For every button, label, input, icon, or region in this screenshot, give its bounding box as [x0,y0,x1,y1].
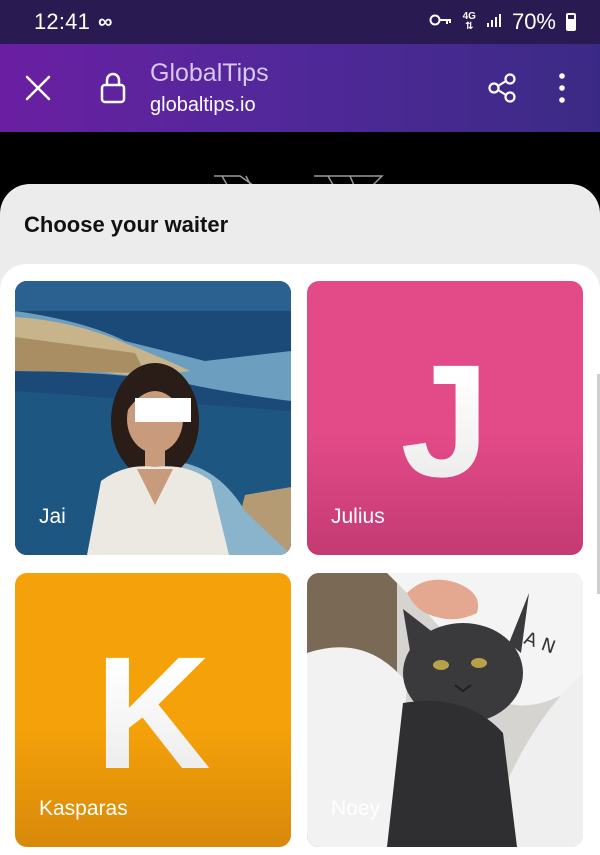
network-type: 4G ⇅ [462,11,476,32]
lock-icon [76,71,150,105]
network-type-label: 4G [462,11,476,22]
waiter-card-julius[interactable]: J Julius [307,281,583,555]
waiter-initial: J [307,341,583,501]
app-header: GlobalTips globaltips.io [0,44,600,132]
more-options-button[interactable] [532,72,592,104]
infinity-icon: ∞ [98,10,113,33]
more-vertical-icon [559,73,565,103]
waiter-card-jai[interactable]: Jai [15,281,291,555]
vpn-key-icon [429,13,453,32]
waiter-name: Kasparas [39,797,128,820]
status-icons: 4G ⇅ 70% [429,9,576,35]
share-button[interactable] [472,72,532,104]
battery-icon [566,13,576,31]
sheet-title: Choose your waiter [24,212,229,237]
waiter-name: Julius [331,505,385,528]
waiter-card-noey[interactable]: A N Noey [307,573,583,847]
waiter-card-kasparas[interactable]: K Kasparas [15,573,291,847]
status-bar: 12:41 ∞ 4G ⇅ 70% [0,0,600,44]
site-url: globaltips.io [150,94,256,116]
waiter-picker-sheet: Choose your waiter Jai J Julius K Kaspar… [0,184,600,855]
waiter-initial: K [15,633,291,793]
close-button[interactable] [0,74,76,102]
site-title: GlobalTips [150,59,269,87]
share-icon [488,73,516,103]
status-time: 12:41 [34,9,91,34]
signal-icon [486,12,502,33]
waiter-name: Jai [39,505,66,528]
header-titles: GlobalTips globaltips.io [150,59,269,117]
close-icon [25,75,51,101]
waiter-name: Noey [331,797,381,820]
battery-percent: 70% [511,9,556,34]
